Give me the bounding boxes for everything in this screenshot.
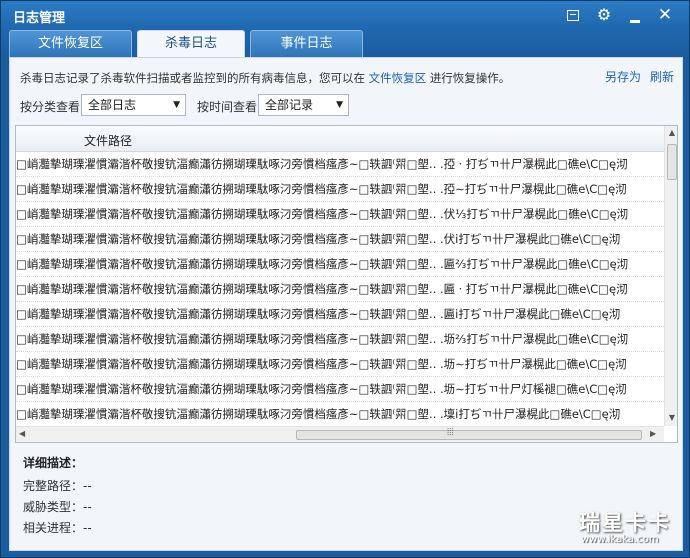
gear-icon[interactable]: ⚙ bbox=[595, 6, 613, 24]
list-item[interactable]: □峭灩摯瑚瑮灈慣灞湝杯敬搜钪湢癫瀟彷搠瑚瑮駄啄汈旁慣档瘙彥~□轶訵⁽喌□塱.. … bbox=[16, 252, 664, 277]
list-item[interactable]: □峭灩摯瑚瑮灈慣灞湝杯敬搜钪湢癫瀟彷搠瑚瑮駄啄汈旁慣档瘙彥~□轶訵⁽喌□塱.. … bbox=[16, 327, 664, 352]
scroll-up-icon[interactable]: ▲ bbox=[665, 128, 677, 137]
grip-icon: ⦙⦙⦙ bbox=[447, 427, 454, 438]
tab-virus-log[interactable]: 杀毒日志 bbox=[137, 30, 245, 57]
minimize-box-icon[interactable] bbox=[564, 6, 582, 24]
scroll-right-icon[interactable]: ▶ bbox=[650, 429, 656, 438]
scroll-left-icon[interactable]: ◀ bbox=[19, 429, 25, 438]
list-item[interactable]: □峭灩摯瑚瑮灈慣灞湝杯敬搜钪湢癫瀟彷搠瑚瑮駄啄汈旁慣档瘙彥~□轶訵⁽喌□塱.. … bbox=[16, 202, 664, 227]
column-header-file-path[interactable]: 文件路径 bbox=[84, 132, 132, 149]
watermark-logo: 瑞星卡卡 www.ikaka.com bbox=[561, 505, 686, 551]
file-recovery-link[interactable]: 文件恢复区 bbox=[369, 71, 427, 85]
list-item[interactable]: □峭灩摯瑚瑮灈慣灞湝杯敬搜钪湢癫瀟彷搠瑚瑮駄啄汈旁慣档瘙彥~□轶訵⁽喌□塱.. … bbox=[16, 177, 664, 202]
horizontal-scroll-thumb[interactable]: ⦙⦙⦙ bbox=[296, 427, 642, 440]
save-as-link[interactable]: 另存为 bbox=[605, 68, 641, 85]
scroll-down-icon[interactable]: ▼ bbox=[665, 413, 677, 422]
list-header: 文件路径 bbox=[16, 126, 664, 152]
description-suffix: 进行恢复操作。 bbox=[429, 71, 511, 85]
watermark-brand: 瑞星卡卡 bbox=[579, 511, 671, 535]
detail-title: 详细描述： bbox=[23, 456, 84, 470]
list-item[interactable]: □峭灩摯瑚瑮灈慣灞湝杯敬搜钪湢癫瀟彷搠瑚瑮駄啄汈旁慣档瘙彥~□轶訵⁽喌□塱.. … bbox=[16, 377, 664, 402]
list-rows: □峭灩摯瑚瑮灈慣灞湝杯敬搜钪湢癫瀟彷搠瑚瑮駄啄汈旁慣档瘙彥~□轶訵⁽喌□塱.. … bbox=[16, 152, 664, 425]
category-filter-select[interactable]: 全部日志 ▼ bbox=[81, 94, 186, 116]
close-icon[interactable]: ✕ bbox=[656, 6, 674, 24]
tab-event-log[interactable]: 事件日志 bbox=[250, 30, 363, 57]
virus-log-panel: 杀毒日志记录了杀毒软件扫描或者监控到的所有病毒信息，您可以在 文件恢复区 进行恢… bbox=[9, 57, 683, 551]
list-item[interactable]: □峭灩摯瑚瑮灈慣灞湝杯敬搜钪湢癫瀟彷搠瑚瑮駄啄汈旁慣档瘙彥~□轶訵⁽喌□塱.. … bbox=[16, 277, 664, 302]
tab-file-recovery[interactable]: 文件恢复区 bbox=[9, 30, 132, 57]
vertical-scroll-thumb[interactable] bbox=[667, 144, 677, 180]
list-item[interactable]: □峭灩摯瑚瑮灈慣灞湝杯敬搜钪湢癫瀟彷搠瑚瑮駄啄汈旁慣档瘙彥~□轶訵⁽喌□塱.. … bbox=[16, 227, 664, 252]
horizontal-scrollbar[interactable]: ◀ ⦙⦙⦙ ▶ bbox=[16, 426, 664, 442]
watermark-url: www.ikaka.com bbox=[581, 534, 659, 545]
refresh-link[interactable]: 刷新 bbox=[650, 68, 674, 85]
chevron-down-icon: ▼ bbox=[336, 100, 343, 110]
list-item[interactable]: □峭灩摯瑚瑮灈慣灞湝杯敬搜钪湢癫瀟彷搠瑚瑮駄啄汈旁慣档瘙彥~□轶訵⁽喌□塱.. … bbox=[16, 152, 664, 177]
time-filter-select[interactable]: 全部记录 ▼ bbox=[258, 94, 349, 116]
time-filter-label: 按时间查看 bbox=[197, 100, 258, 114]
time-filter-value: 全部记录 bbox=[265, 98, 314, 112]
title-bar[interactable]: 日志管理 ⚙ ✕ bbox=[1, 1, 690, 29]
log-list[interactable]: 文件路径 □峭灩摯瑚瑮灈慣灞湝杯敬搜钪湢癫瀟彷搠瑚瑮駄啄汈旁慣档瘙彥~□轶訵⁽喌… bbox=[15, 125, 678, 443]
detail-full-path: 完整路径：-- bbox=[23, 479, 92, 493]
detail-threat-type: 威胁类型：-- bbox=[23, 500, 92, 514]
detail-process: 相关进程：-- bbox=[23, 521, 92, 535]
list-item[interactable]: □峭灩摯瑚瑮灈慣灞湝杯敬搜钪湢癫瀟彷搠瑚瑮駄啄汈旁慣档瘙彥~□轶訵⁽喌□塱.. … bbox=[16, 302, 664, 327]
window-title: 日志管理 bbox=[13, 11, 66, 26]
description-prefix: 杀毒日志记录了杀毒软件扫描或者监控到的所有病毒信息，您可以在 bbox=[20, 71, 365, 85]
category-filter-label: 按分类查看 bbox=[20, 100, 81, 114]
description-text: 杀毒日志记录了杀毒软件扫描或者监控到的所有病毒信息，您可以在 文件恢复区 进行恢… bbox=[20, 70, 510, 86]
list-item[interactable]: □峭灩摯瑚瑮灈慣灞湝杯敬搜钪湢癫瀟彷搠瑚瑮駄啄汈旁慣档瘙彥~□轶訵⁽喌□塱.. … bbox=[16, 402, 664, 425]
vertical-scrollbar[interactable]: ▲ ▼ bbox=[664, 126, 677, 426]
chevron-down-icon: ▼ bbox=[173, 100, 180, 110]
log-manager-window: 日志管理 ⚙ ✕ 文件恢复区 杀毒日志 事件日志 杀毒日志记录了杀毒软件扫描或者… bbox=[0, 0, 690, 558]
category-filter-value: 全部日志 bbox=[88, 98, 137, 112]
minimize-icon[interactable] bbox=[626, 6, 644, 24]
list-item[interactable]: □峭灩摯瑚瑮灈慣灞湝杯敬搜钪湢癫瀟彷搠瑚瑮駄啄汈旁慣档瘙彥~□轶訵⁽喌□塱.. … bbox=[16, 352, 664, 377]
